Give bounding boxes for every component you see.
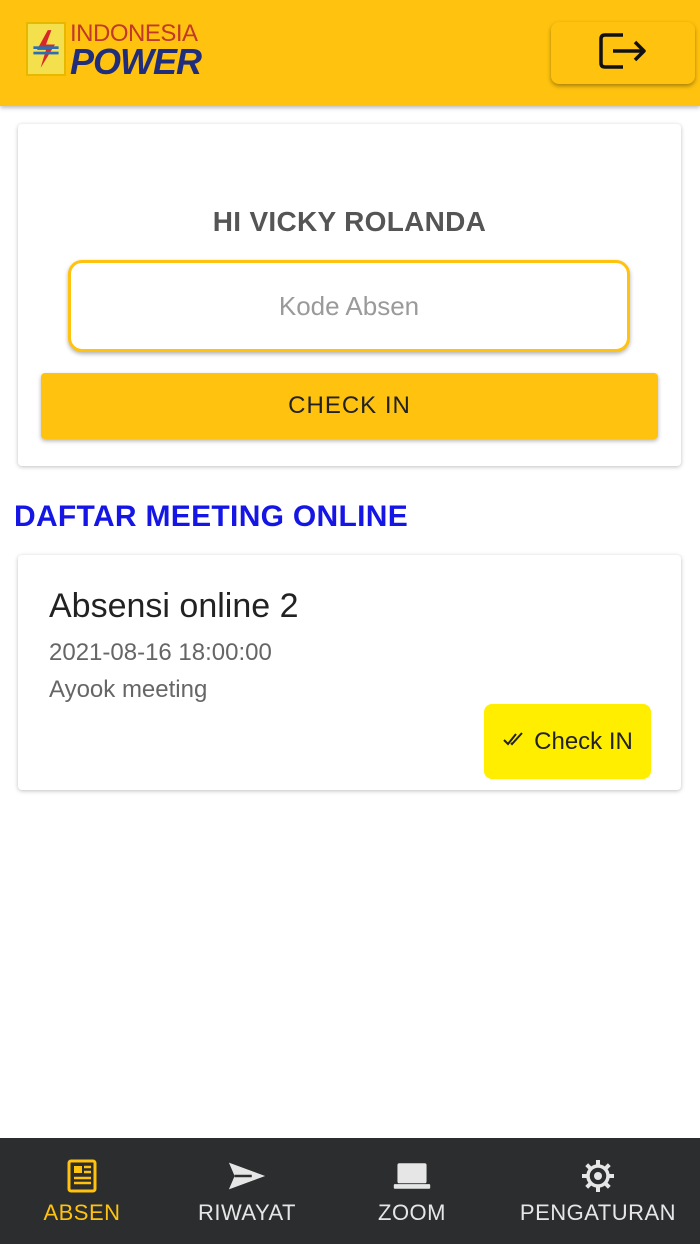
app-header: INDONESIA POWER: [0, 0, 700, 106]
meeting-card: Absensi online 2 2021-08-16 18:00:00 Ayo…: [18, 555, 681, 790]
lightning-logo-icon: [26, 22, 66, 76]
newspaper-icon: [62, 1156, 102, 1196]
nav-label-zoom: ZOOM: [378, 1200, 446, 1225]
nav-label-absen: ABSEN: [43, 1200, 121, 1225]
double-check-icon: [502, 730, 526, 754]
nav-item-riwayat[interactable]: RIWAYAT: [186, 1138, 308, 1244]
nav-label-pengaturan: PENGATURAN: [519, 1200, 677, 1225]
send-icon: [227, 1156, 267, 1196]
logout-icon: [597, 31, 649, 76]
bottom-navigation: ABSEN RIWAYAT ZOOM PENGATURAN: [0, 1138, 700, 1244]
meeting-description: Ayook meeting: [49, 676, 208, 703]
gear-icon: [578, 1156, 618, 1196]
meeting-check-in-button[interactable]: Check IN: [484, 704, 651, 779]
nav-item-absen[interactable]: ABSEN: [20, 1138, 144, 1244]
meeting-datetime: 2021-08-16 18:00:00: [49, 639, 272, 666]
nav-item-pengaturan[interactable]: PENGATURAN: [512, 1138, 684, 1244]
greeting-text: HI VICKY ROLANDA: [212, 206, 487, 237]
indonesia-power-logo: INDONESIA POWER: [26, 20, 216, 80]
nav-item-zoom[interactable]: ZOOM: [352, 1138, 472, 1244]
meeting-check-in-label: Check IN: [534, 727, 633, 755]
kode-absen-input[interactable]: [68, 260, 630, 352]
nav-label-riwayat: RIWAYAT: [197, 1200, 296, 1225]
section-title: DAFTAR MEETING ONLINE: [14, 500, 409, 533]
laptop-icon: [392, 1156, 432, 1196]
app: INDONESIA POWER HI VICKY ROLANDA CHECK I…: [0, 0, 700, 1244]
checkin-card: HI VICKY ROLANDA CHECK IN: [18, 124, 681, 466]
logo-text-bottom: POWER: [70, 41, 202, 82]
logout-button[interactable]: [551, 22, 695, 84]
meeting-title: Absensi online 2: [49, 587, 299, 625]
check-in-button[interactable]: CHECK IN: [41, 373, 658, 439]
